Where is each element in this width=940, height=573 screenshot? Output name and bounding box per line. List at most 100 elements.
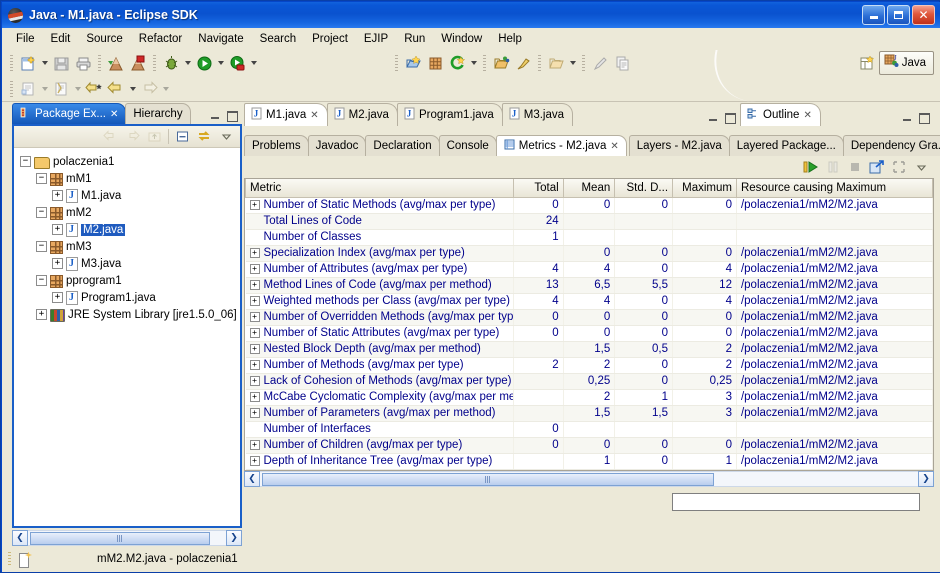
new-java-class-dropdown-icon[interactable] <box>39 78 50 100</box>
metrics-table-container[interactable]: Metric Total Mean Std. D... Maximum Reso… <box>244 178 934 471</box>
table-row[interactable]: + Method Lines of Code (avg/max per metho… <box>245 277 933 294</box>
back-dropdown-icon[interactable] <box>127 78 138 100</box>
table-row[interactable]: + Number of Static Methods (avg/max per t… <box>245 197 933 214</box>
tree-expander-icon[interactable]: + <box>52 292 63 303</box>
select-all-icon[interactable] <box>890 159 908 176</box>
new-package-grid-icon[interactable] <box>424 52 446 74</box>
view-menu-icon[interactable] <box>912 159 930 176</box>
table-row[interactable]: + Depth of Inheritance Tree (avg/max per … <box>245 453 933 470</box>
scroll-thumb[interactable] <box>30 532 210 545</box>
tree-expander-icon[interactable]: + <box>52 190 63 201</box>
tab-layered-package[interactable]: Layered Package... <box>728 135 844 156</box>
pencil-icon[interactable] <box>589 52 611 74</box>
toolbar-grip[interactable] <box>10 54 13 72</box>
run-icon[interactable] <box>193 52 215 74</box>
tree-item-Program1-java[interactable]: + Program1.java <box>18 289 240 306</box>
table-row[interactable]: + Number of Static Attributes (avg/max pe… <box>245 325 933 342</box>
minimize-outline-button[interactable] <box>901 111 914 124</box>
table-row[interactable]: + Number of Parameters (avg/max per metho… <box>245 405 933 422</box>
open-folder-dropdown-icon[interactable] <box>567 52 578 74</box>
row-expander-icon[interactable]: + <box>249 344 260 354</box>
row-expander-icon[interactable]: + <box>249 280 260 290</box>
debug-icon[interactable] <box>160 52 182 74</box>
new-wizard-dropdown-icon[interactable] <box>39 52 50 74</box>
toolbar-grip-4[interactable] <box>395 54 398 72</box>
table-row[interactable]: + Number of Children (avg/max per type) 0 0… <box>245 437 933 454</box>
scroll-right-button[interactable]: ❯ <box>226 530 242 546</box>
tab-problems[interactable]: Problems <box>244 135 309 156</box>
pause-icon[interactable] <box>824 159 842 176</box>
toolbar-grip-7[interactable] <box>582 54 585 72</box>
package-explorer-hscrollbar[interactable]: ❮ ❯ <box>12 530 242 546</box>
tab-layers[interactable]: Layers - M2.java <box>628 135 730 156</box>
perspective-java-button[interactable]: J Java <box>878 51 934 75</box>
row-expander-icon[interactable]: + <box>249 248 260 258</box>
open-resource-icon[interactable] <box>490 52 512 74</box>
new-java-package-dropdown-icon[interactable] <box>72 78 83 100</box>
tree-item-mM3[interactable]: − mM3 <box>18 238 240 255</box>
tree-item-jre-system-library[interactable]: + JRE System Library [jre1.5.0_06] <box>18 306 240 323</box>
tree-item-polaczenia1[interactable]: − polaczenia1 <box>18 153 240 170</box>
row-expander-icon[interactable]: + <box>249 312 260 322</box>
editor-tab-m3[interactable]: J M3.java <box>501 103 574 126</box>
col-header-metric[interactable]: Metric <box>245 179 515 198</box>
scroll-left-button[interactable]: ❮ <box>244 471 260 487</box>
maximize-editor-button[interactable] <box>723 111 736 124</box>
menu-refactor[interactable]: Refactor <box>131 31 190 47</box>
maximize-outline-button[interactable] <box>917 111 930 124</box>
scroll-track[interactable] <box>260 471 918 487</box>
row-expander-icon[interactable]: + <box>249 360 260 370</box>
build-all-icon[interactable] <box>105 52 127 74</box>
row-expander-icon[interactable]: + <box>249 376 260 386</box>
tree-item-mM2[interactable]: − mM2 <box>18 204 240 221</box>
search-icon[interactable] <box>446 52 468 74</box>
debug-dropdown-icon[interactable] <box>182 52 193 74</box>
metrics-filter-input[interactable] <box>672 493 920 511</box>
table-row[interactable]: Number of Classes 1 <box>245 229 933 246</box>
row-expander-icon[interactable]: + <box>249 392 260 402</box>
table-row[interactable]: + Nested Block Depth (avg/max per method)… <box>245 341 933 358</box>
menu-window[interactable]: Window <box>433 31 490 47</box>
menu-help[interactable]: Help <box>490 31 530 47</box>
new-wizard-icon[interactable] <box>17 52 39 74</box>
tree-item-M3-java[interactable]: + M3.java <box>18 255 240 272</box>
table-row[interactable]: + Number of Overridden Methods (avg/max p… <box>245 309 933 326</box>
new-java-class-icon[interactable] <box>17 78 39 100</box>
maximize-button[interactable] <box>887 5 910 25</box>
next-annotation-icon[interactable] <box>83 78 105 100</box>
row-expander-icon[interactable]: + <box>249 296 260 306</box>
metrics-hscrollbar[interactable]: ❮ ❯ <box>244 471 934 487</box>
row-expander-icon[interactable]: + <box>249 264 260 274</box>
back-icon[interactable] <box>105 78 127 100</box>
tree-expander-icon[interactable]: − <box>20 156 31 167</box>
close-button[interactable]: ✕ <box>912 5 935 25</box>
tree-item-pprogram1[interactable]: − pprogram1 <box>18 272 240 289</box>
maximize-view-button[interactable] <box>225 109 238 122</box>
minimize-button[interactable] <box>862 5 885 25</box>
table-row[interactable]: + Number of Attributes (avg/max per type)… <box>245 261 933 278</box>
minimize-editor-button[interactable] <box>707 111 720 124</box>
link-with-editor-icon[interactable] <box>194 127 215 146</box>
toolbar-grip-2[interactable] <box>98 54 101 72</box>
tree-expander-icon[interactable]: + <box>36 309 47 320</box>
table-row[interactable]: + Weighted methods per Class (avg/max per… <box>245 293 933 310</box>
tree-expander-icon[interactable]: − <box>36 275 47 286</box>
print-icon[interactable] <box>72 52 94 74</box>
open-folder-icon[interactable] <box>545 52 567 74</box>
tree-expander-icon[interactable]: − <box>36 173 47 184</box>
tab-javadoc[interactable]: Javadoc <box>307 135 367 156</box>
col-header-resource[interactable]: Resource causing Maximum <box>735 179 933 198</box>
outline-tab[interactable]: Outline ✕ <box>740 103 821 126</box>
menu-file[interactable]: File <box>8 31 43 47</box>
row-expander-icon[interactable]: + <box>249 440 260 450</box>
row-expander-icon[interactable]: + <box>249 328 260 338</box>
tab-metrics[interactable]: Metrics - M2.java ✕ <box>495 135 627 156</box>
forward-icon[interactable] <box>122 127 143 146</box>
toolbar-grip-6[interactable] <box>538 54 541 72</box>
tree-expander-icon[interactable]: + <box>52 224 63 235</box>
run-external-dropdown-icon[interactable] <box>248 52 259 74</box>
menu-search[interactable]: Search <box>252 31 304 47</box>
search-dropdown-icon[interactable] <box>468 52 479 74</box>
toolbar-grip-5[interactable] <box>483 54 486 72</box>
tree-expander-icon[interactable]: − <box>36 241 47 252</box>
